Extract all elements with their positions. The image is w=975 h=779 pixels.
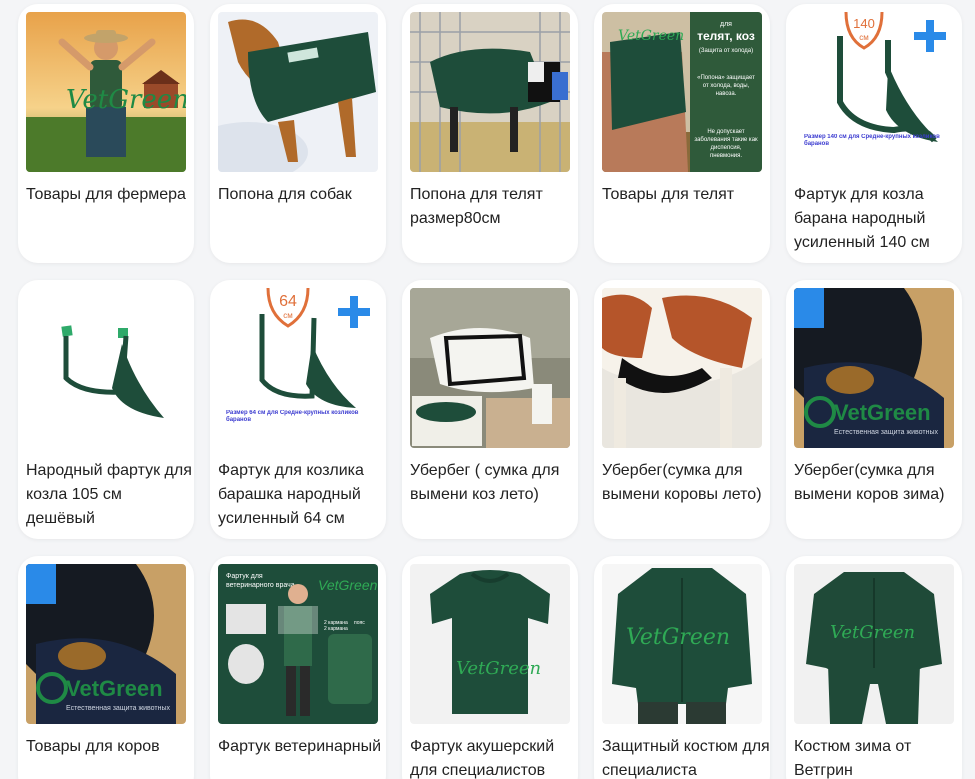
product-card[interactable]: Убербег ( сумка для вымени коз лето)	[402, 280, 578, 539]
svg-text:Фартук для: Фартук для	[226, 573, 263, 580]
product-image: 140 см Размер 140 см для Средне-крупных …	[794, 12, 954, 172]
product-card[interactable]: VetGreen Костюм зима от Ветгрин	[786, 556, 962, 779]
product-image: VetGreen	[410, 564, 570, 724]
product-card[interactable]: VetGreen для телят, коз (Защита от холод…	[594, 4, 770, 263]
product-card[interactable]: 140 см Размер 140 см для Средне-крупных …	[786, 4, 962, 263]
product-title[interactable]: Товары для коров	[26, 724, 194, 759]
product-title[interactable]: Убербег ( сумка для вымени коз лето)	[410, 448, 578, 507]
svg-text:см: см	[283, 311, 293, 320]
svg-text:Естественная защита животных: Естественная защита животных	[834, 429, 939, 436]
product-card[interactable]: Попона для телят размер80см	[402, 4, 578, 263]
svg-text:телят, коз: телят, коз	[697, 29, 755, 43]
size-badge: 140	[853, 16, 875, 31]
brand-logo: VetGreen	[830, 622, 915, 643]
product-title[interactable]: Народный фартук для козла 105 см дешёвый	[26, 448, 194, 531]
svg-text:для: для	[720, 21, 732, 28]
brand-logo: VetGreen	[626, 625, 730, 650]
product-title[interactable]: Защитный костюм для специалиста	[602, 724, 770, 779]
brand-logo: VetGreen	[456, 658, 541, 679]
product-card[interactable]: VetGreen Фартук акушерский для специалис…	[402, 556, 578, 779]
product-card[interactable]: VetGreen Защитный костюм для специалиста	[594, 556, 770, 779]
size-badge: 64	[279, 293, 297, 310]
product-title[interactable]: Убербег(сумка для вымени коров зима)	[794, 448, 962, 507]
product-title[interactable]: Убербег(сумка для вымени коровы лето)	[602, 448, 770, 507]
product-card[interactable]: Народный фартук для козла 105 см дешёвый	[18, 280, 194, 539]
product-image: VetGreen Естественная защита животных	[794, 288, 954, 448]
product-image: VetGreen	[602, 564, 762, 724]
brand-logo: VetGreen	[66, 85, 186, 115]
product-title[interactable]: Попона для собак	[218, 172, 386, 207]
product-card[interactable]: VetGreen Естественная защита животных Уб…	[786, 280, 962, 539]
svg-text:Естественная защита животных: Естественная защита животных	[66, 705, 171, 712]
brand-logo: VetGreen	[318, 577, 378, 593]
product-image	[602, 288, 762, 448]
product-image	[410, 288, 570, 448]
product-title[interactable]: Фартук для козла барана народный усиленн…	[794, 172, 962, 255]
svg-text:2 кармана: 2 кармана	[324, 626, 348, 632]
brand-logo: VetGreen	[618, 28, 684, 44]
product-image	[410, 12, 570, 172]
svg-text:ветеринарного врача: ветеринарного врача	[226, 582, 295, 589]
product-image: VetGreen Естественная защита животных	[26, 564, 186, 724]
product-card[interactable]: 64 см Размер 64 см для Средне-крупных ко…	[210, 280, 386, 539]
product-title[interactable]: Костюм зима от Ветгрин	[794, 724, 962, 779]
product-title[interactable]: Попона для телят размер80см	[410, 172, 578, 231]
product-title[interactable]: Фартук ветеринарный	[218, 724, 386, 759]
product-image: 64 см Размер 64 см для Средне-крупных ко…	[218, 288, 378, 448]
product-image: VetGreen	[26, 12, 186, 172]
product-image	[218, 12, 378, 172]
product-card[interactable]: Убербег(сумка для вымени коровы лето)	[594, 280, 770, 539]
brand-logo: VetGreen	[66, 676, 163, 701]
svg-text:см: см	[859, 33, 869, 42]
product-grid: VetGreen Товары для фермера Попона для с…	[0, 0, 975, 779]
product-title[interactable]: Товары для телят	[602, 172, 770, 207]
product-image: VetGreen для телят, коз (Защита от холод…	[602, 12, 762, 172]
svg-text:пояс: пояс	[354, 620, 365, 626]
product-card[interactable]: Попона для собак	[210, 4, 386, 263]
svg-text:(Защита от холода): (Защита от холода)	[699, 48, 753, 54]
brand-logo: VetGreen	[834, 400, 931, 425]
product-image	[26, 288, 186, 448]
product-title[interactable]: Фартук акушерский для специалистов	[410, 724, 578, 779]
product-card[interactable]: VetGreen Товары для фермера	[18, 4, 194, 263]
product-card[interactable]: Фартук для ветеринарного врача VetGreen …	[210, 556, 386, 779]
product-title[interactable]: Товары для фермера	[26, 172, 194, 207]
product-image: VetGreen	[794, 564, 954, 724]
product-image: Фартук для ветеринарного врача VetGreen …	[218, 564, 378, 724]
product-title[interactable]: Фартук для козлика барашка народный усил…	[218, 448, 386, 531]
product-card[interactable]: VetGreen Естественная защита животных То…	[18, 556, 194, 779]
